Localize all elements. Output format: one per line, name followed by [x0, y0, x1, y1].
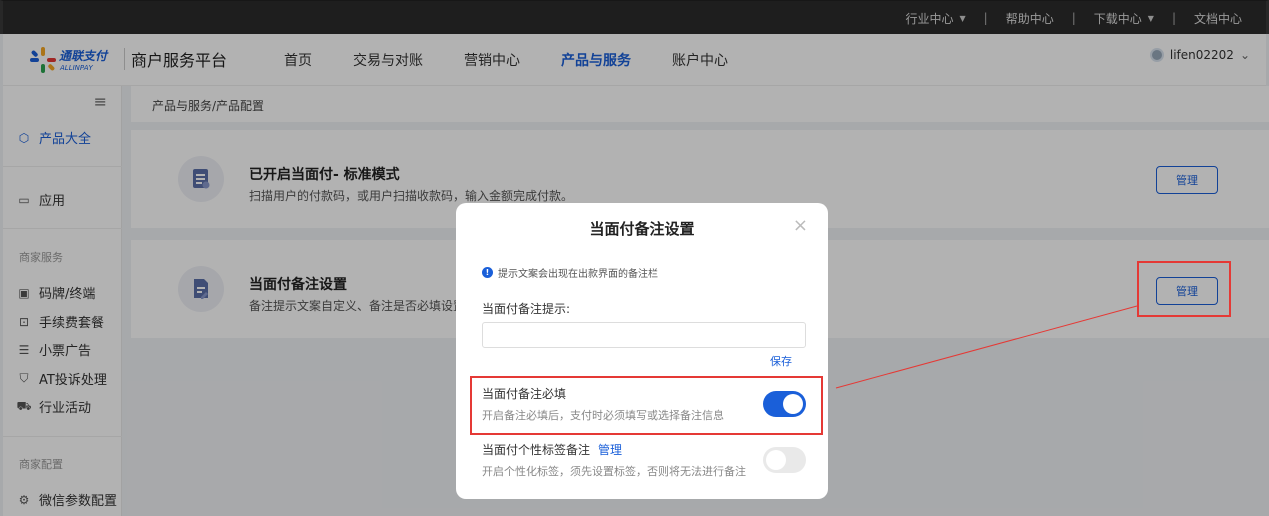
tag-manage-link[interactable]: 管理 — [598, 441, 622, 458]
tag-remark-toggle[interactable] — [763, 447, 806, 473]
tag-remark-title: 当面付个性标签备注 管理 — [482, 441, 622, 458]
close-icon[interactable]: × — [793, 215, 808, 236]
dialog-title: 当面付备注设置 — [589, 220, 695, 238]
annotation-highlight-required — [470, 376, 823, 435]
remark-hint-input[interactable] — [482, 322, 806, 348]
save-link[interactable]: 保存 — [770, 353, 792, 369]
info-tip-text: 提示文案会出现在出款界面的备注栏 — [498, 269, 658, 280]
remark-settings-dialog: 当面付备注设置 × ! 提示文案会出现在出款界面的备注栏 当面付备注提示: 保存… — [456, 203, 828, 499]
info-tip: ! 提示文案会出现在出款界面的备注栏 — [482, 265, 658, 280]
tag-remark-desc: 开启个性化标签，须先设置标签，否则将无法进行备注 — [482, 465, 746, 478]
toggle-knob — [766, 450, 786, 470]
info-icon: ! — [482, 267, 493, 278]
remark-hint-label: 当面付备注提示: — [482, 302, 571, 316]
annotation-highlight-manage — [1137, 261, 1231, 317]
tag-remark-label: 当面付个性标签备注 — [482, 443, 591, 457]
